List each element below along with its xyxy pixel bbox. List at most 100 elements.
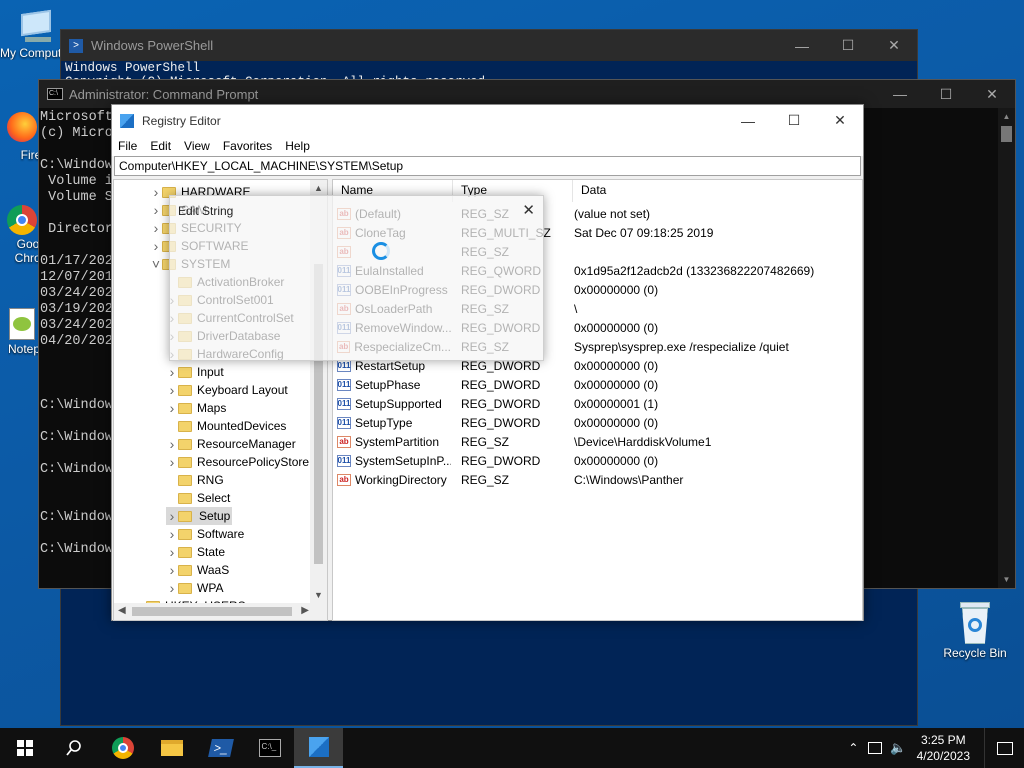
taskbar-cmd[interactable]: C:\_ [245,728,294,768]
tree-node[interactable]: › ResourcePolicyStore [166,453,309,471]
tree-node[interactable]: › Software [166,525,245,543]
edit-string-dialog[interactable]: Edit String ✕ [169,195,544,361]
cmd-line: Microsoft [40,110,113,125]
cmd-scrollbar[interactable]: ▲ ▼ [998,108,1015,588]
chevron-right-icon[interactable]: › [150,238,162,254]
chevron-right-icon[interactable]: › [166,364,178,380]
close-button[interactable]: ✕ [817,105,863,136]
column-data[interactable]: Data [573,180,862,202]
chevron-right-icon[interactable]: › [166,382,178,398]
maximize-button[interactable]: ☐ [771,105,817,136]
chevron-right-icon[interactable]: › [150,184,162,200]
cmd-line: 03/24/202 [40,318,113,333]
folder-icon [178,546,192,558]
registry-editor-window[interactable]: Registry Editor — ☐ ✕ File Edit View Fav… [111,104,864,621]
chevron-right-icon[interactable]: › [166,454,178,470]
taskbar-chrome[interactable] [98,728,147,768]
dialog-close-button[interactable]: ✕ [522,201,535,219]
menu-edit[interactable]: Edit [150,139,171,153]
tree-node[interactable]: › Setup [166,507,233,525]
value-row[interactable]: ab SystemPartition REG_SZ \Device\HarddiskV… [333,432,862,451]
value-type: REG_SZ [461,472,510,487]
taskbar-regedit[interactable] [294,728,343,768]
cmd-line: 04/20/202 [40,334,113,349]
value-data: Sat Dec 07 09:18:25 2019 [574,225,714,240]
start-button[interactable] [0,728,49,768]
chevron-right-icon[interactable]: › [166,436,178,452]
menu-file[interactable]: File [118,139,137,153]
menu-favorites[interactable]: Favorites [223,139,272,153]
chevron-right-icon[interactable]: › [150,220,162,236]
tree-node[interactable]: › State [166,543,225,561]
notepadpp-icon [9,308,35,340]
address-bar[interactable]: Computer\HKEY_LOCAL_MACHINE\SYSTEM\Setup [114,156,861,176]
folder-icon [178,420,192,432]
tree-node[interactable]: › ResourceManager [166,435,296,453]
binary-value-icon: 011 [337,378,351,391]
chevron-right-icon[interactable]: › [166,508,178,524]
search-button[interactable] [49,728,98,768]
value-row[interactable]: 011 SystemSetupInP... REG_DWORD 0x00000000 … [333,451,862,470]
system-tray: ⌃ 🔈 3:25 PM 4/20/2023 [848,728,1024,768]
tree-node-label: State [197,545,226,559]
maximize-button[interactable]: ☐ [923,80,969,108]
value-row[interactable]: 011 SetupType REG_DWORD 0x00000000 (0) [333,413,862,432]
taskbar-file-explorer[interactable] [147,728,196,768]
chevron-right-icon[interactable]: › [166,544,178,560]
cmd-line [40,494,113,510]
tree-node[interactable]: MountedDevices [166,417,286,435]
cmd-line [40,142,113,158]
value-name: SystemPartition [355,434,440,449]
desktop-icon-recycle-bin[interactable]: Recycle Bin [934,602,1016,660]
tree-node-label: Software [197,527,245,541]
maximize-button[interactable]: ☐ [825,30,871,61]
folder-icon [178,510,192,522]
tree-node[interactable]: › Maps [166,399,227,417]
minimize-button[interactable]: — [725,105,771,136]
value-row[interactable]: 011 SetupSupported REG_DWORD 0x00000001 (1) [333,394,862,413]
tree-node-label: MountedDevices [197,419,287,433]
network-icon[interactable] [868,742,883,754]
search-icon [65,740,81,756]
powershell-titlebar[interactable]: > Windows PowerShell — ☐ ✕ [61,30,917,61]
menu-view[interactable]: View [184,139,210,153]
menu-bar: File Edit View Favorites Help [112,136,863,156]
value-data: 0x00000001 (1) [574,396,659,411]
tree-node-label: WaaS [197,563,230,577]
regedit-icon [308,737,329,757]
chevron-right-icon[interactable]: › [166,400,178,416]
regedit-titlebar[interactable]: Registry Editor — ☐ ✕ [112,105,863,136]
tree-node[interactable]: RNG [166,471,224,489]
tree-node-label: Input [197,365,224,379]
chevron-right-icon[interactable]: › [166,526,178,542]
taskbar-powershell[interactable]: >_ [196,728,245,768]
value-data: \ [574,301,578,316]
tree-hscrollbar[interactable]: ◀ ▶ [114,603,327,620]
tree-node[interactable]: › WPA [166,579,224,597]
regedit-icon [120,113,134,128]
value-row[interactable]: 011 SetupPhase REG_DWORD 0x00000000 (0) [333,375,862,394]
string-value-icon: ab [337,435,351,448]
tree-node[interactable]: › Input [166,363,224,381]
chevron-up-icon[interactable]: ⌃ [848,741,858,755]
tree-node[interactable]: Select [166,489,230,507]
notification-button[interactable] [984,728,1024,768]
value-row[interactable]: ab WorkingDirectory REG_SZ C:\Windows\Panth… [333,470,862,489]
cmd-line: 03/19/202 [40,302,113,317]
clock[interactable]: 3:25 PM 4/20/2023 [917,732,970,764]
volume-icon[interactable]: 🔈 [890,740,906,756]
cmd-output[interactable]: Microsoft (c) Micro C:\Window Volume i Vol… [40,110,113,558]
value-data: 0x00000000 (0) [574,415,659,430]
tree-node[interactable]: › Keyboard Layout [166,381,288,399]
minimize-button[interactable]: — [779,30,825,61]
close-button[interactable]: ✕ [871,30,917,61]
chevron-right-icon[interactable]: › [150,202,162,218]
chevron-right-icon[interactable]: › [166,562,178,578]
menu-help[interactable]: Help [285,139,310,153]
windows-logo-icon [16,740,33,756]
tree-node[interactable]: › WaaS [166,561,230,579]
close-button[interactable]: ✕ [969,80,1015,108]
chevron-down-icon[interactable]: ˅ [150,256,162,272]
chevron-right-icon[interactable]: › [166,580,178,596]
minimize-button[interactable]: — [877,80,923,108]
